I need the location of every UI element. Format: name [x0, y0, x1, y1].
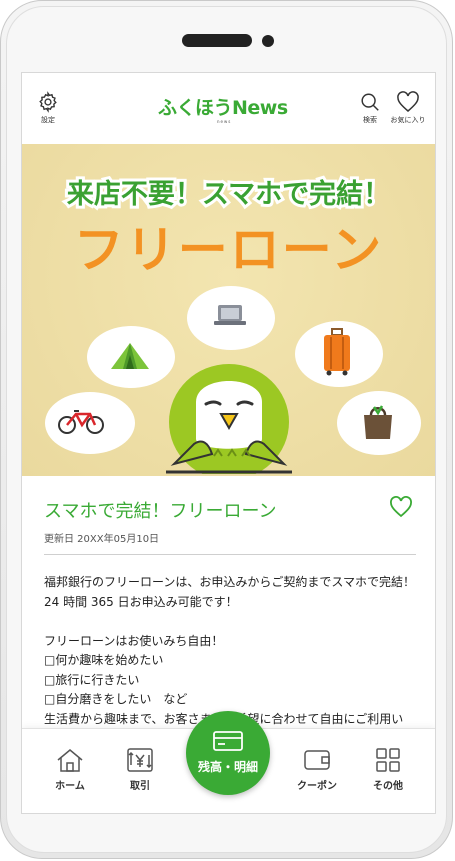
wallet-icon [304, 750, 330, 770]
article-updated-date: 更新日 20XX年05月10日 [44, 534, 160, 545]
article-line: □自分磨きをしたい など [44, 692, 188, 706]
nav-transactions[interactable]: 取引 [110, 747, 170, 792]
app-screen: 設定 ふくほうNews news 検索 お気に入り 来店不要！スマホで完結！ フ… [21, 72, 436, 814]
heart-icon [397, 91, 419, 112]
article-title: スマホで完結！フリーローン [44, 501, 277, 522]
article-line: フリーローンはお使いみち自由！ [44, 633, 224, 648]
home-icon [57, 749, 83, 772]
search-icon [361, 93, 379, 111]
favorites-label: お気に入り [390, 116, 426, 124]
article-line: 24 時間 365 日お申込み可能です！ [44, 594, 238, 609]
article-line: □旅行に行きたい [44, 672, 140, 687]
article-line: 福邦銀行のフリーローンは、お申込みからご契約までスマホで完結！ [44, 575, 416, 589]
app-header: 設定 ふくほうNews news 検索 お気に入り [22, 73, 435, 135]
article-divider [44, 554, 416, 555]
card-icon [213, 731, 243, 751]
article-line [44, 612, 424, 632]
grid-icon [376, 748, 400, 772]
yen-transfer-icon [127, 748, 153, 772]
nav-home-label: ホーム [55, 781, 85, 792]
bird-mascot-illustration [166, 364, 292, 474]
banner-tagline: 来店不要！スマホで完結！ [64, 176, 393, 213]
phone-frame: 設定 ふくほうNews news 検索 お気に入り 来店不要！スマホで完結！ フ… [0, 0, 453, 859]
settings-button[interactable]: 設定 [28, 91, 68, 125]
hero-banner[interactable]: 来店不要！スマホで完結！ フリーローン [22, 144, 435, 476]
nav-balance-button[interactable]: 残高・明細 [186, 711, 270, 795]
gear-icon [39, 91, 57, 113]
nav-other-label: その他 [373, 781, 403, 792]
search-button[interactable]: 検索 [350, 91, 390, 125]
shopping-bag-icon [364, 405, 392, 439]
bicycle-icon [58, 410, 104, 434]
nav-coupon[interactable]: クーポン [287, 747, 347, 792]
nav-coupon-label: クーポン [297, 781, 337, 792]
laptop-icon [214, 305, 246, 325]
settings-label: 設定 [41, 116, 55, 124]
article-body: 福邦銀行のフリーローンは、お申込みからご契約までスマホで完結！ 24 時間 36… [44, 573, 424, 729]
favorites-button[interactable]: お気に入り [386, 91, 430, 125]
article-favorite-button[interactable] [389, 496, 413, 522]
bottom-nav: ホーム 取引 残高・明細 クーポン その他 [22, 711, 435, 813]
nav-transactions-label: 取引 [130, 781, 150, 792]
phone-camera [262, 35, 274, 47]
nav-other[interactable]: その他 [358, 747, 418, 792]
app-logo: ふくほうNews [158, 97, 288, 119]
phone-speaker [182, 34, 252, 47]
app-logo-sub: news [217, 119, 232, 124]
nav-home[interactable]: ホーム [40, 747, 100, 792]
suitcase-icon [324, 328, 350, 376]
banner-title: フリーローン [73, 221, 384, 279]
heart-icon [390, 496, 412, 518]
tent-icon [111, 343, 149, 369]
search-label: 検索 [363, 116, 377, 124]
article-line: □何か趣味を始めたい [44, 653, 164, 667]
nav-balance-label: 残高・明細 [197, 760, 258, 774]
